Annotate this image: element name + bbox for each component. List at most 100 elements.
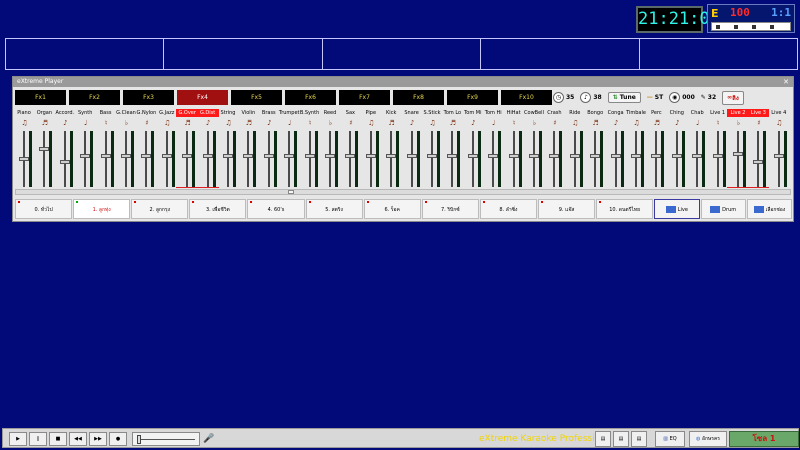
instrument-icon[interactable]: ♪ <box>263 118 276 128</box>
drum-counter[interactable]: ◉ 000 <box>669 92 695 103</box>
fader-knob[interactable] <box>773 154 784 159</box>
instrument-icon[interactable]: ♫ <box>630 118 643 128</box>
fader-knob[interactable] <box>529 154 539 159</box>
queue-slot[interactable] <box>5 38 165 70</box>
channel-label[interactable]: Violin <box>237 109 259 117</box>
slider-thumb[interactable] <box>137 435 141 444</box>
channel-label[interactable]: Ching <box>666 109 688 117</box>
instrument-icon[interactable]: ♮ <box>712 118 725 128</box>
fader-knob[interactable] <box>59 159 70 164</box>
mixer-scrollbar[interactable] <box>15 189 791 195</box>
live-mode-button[interactable]: Live <box>654 199 700 219</box>
channel-label[interactable]: String <box>217 109 239 117</box>
fader-knob[interactable] <box>39 146 50 151</box>
fader-knob[interactable] <box>488 154 499 159</box>
instrument-icon[interactable]: ♮ <box>100 118 113 128</box>
instrument-icon[interactable]: ♭ <box>324 118 337 128</box>
stop-button[interactable]: ■ <box>49 432 67 446</box>
channel-label[interactable]: Chab <box>686 109 708 117</box>
channel-label[interactable]: Piano <box>13 109 35 117</box>
style-tab[interactable]: 3. เพื่อชีวิต <box>189 199 247 219</box>
scrollbar-thumb[interactable] <box>288 190 294 194</box>
instrument-icon[interactable]: ♫ <box>365 118 378 128</box>
fader-knob[interactable] <box>406 154 417 159</box>
style-tab[interactable]: 10. ดนตรีไทย <box>596 199 654 219</box>
channel-label[interactable]: Kick <box>380 109 402 117</box>
select-channel-button[interactable]: เลือกช่อง <box>746 199 793 219</box>
channel-label[interactable]: G.Dist <box>196 109 219 117</box>
fader-knob[interactable] <box>692 154 703 159</box>
fader-knob[interactable] <box>508 154 519 159</box>
fader-knob[interactable] <box>549 154 560 159</box>
instrument-icon[interactable]: ♯ <box>140 118 153 128</box>
volume-slider[interactable] <box>132 432 200 446</box>
style-tab[interactable]: 0. ทั่วไป <box>15 199 73 219</box>
style-tab[interactable]: 7. ริบิกซ์ <box>421 199 479 219</box>
queue-slot[interactable] <box>321 38 482 70</box>
instrument-icon[interactable]: ♭ <box>120 118 133 128</box>
queue-slot[interactable] <box>163 38 323 70</box>
style-tab[interactable]: 6. ร็อค <box>363 199 421 219</box>
play-button[interactable]: ▶ <box>9 432 27 446</box>
next-button[interactable]: ▶▶ <box>89 432 107 446</box>
fader-knob[interactable] <box>365 154 376 159</box>
channel-label[interactable]: Synth <box>74 109 96 117</box>
fx-button-9[interactable]: Fx9 <box>447 90 498 105</box>
fader-knob[interactable] <box>202 154 213 159</box>
channel-label[interactable]: Organ <box>33 109 55 117</box>
instrument-icon[interactable]: ♬ <box>650 118 663 128</box>
fader-knob[interactable] <box>610 154 621 159</box>
fader-knob[interactable] <box>223 154 233 159</box>
channel-label[interactable]: G.Nylon <box>135 109 157 117</box>
queue-slot[interactable] <box>638 38 799 70</box>
fader-knob[interactable] <box>345 154 356 159</box>
fx-button-2[interactable]: Fx2 <box>69 90 120 105</box>
instrument-icon[interactable]: ♪ <box>59 118 72 128</box>
channel-label[interactable]: G.Clean <box>115 109 137 117</box>
fader-knob[interactable] <box>161 154 172 159</box>
instrument-icon[interactable]: ♬ <box>589 118 602 128</box>
channel-label[interactable]: S.Stick <box>421 109 443 117</box>
style-tab[interactable]: 1. ลูกทุ่ง <box>73 199 131 219</box>
fader-knob[interactable] <box>304 154 315 159</box>
instrument-icon[interactable]: ♫ <box>426 118 439 128</box>
channel-label[interactable]: Live 2 <box>727 109 749 117</box>
instrument-icon[interactable]: ♬ <box>385 118 398 128</box>
channel-label[interactable]: Accord. <box>54 109 76 117</box>
guitar-control[interactable]: ✎ 32 <box>701 94 716 101</box>
style-tab[interactable]: 5. สตริง <box>305 199 363 219</box>
fader-knob[interactable] <box>325 154 335 159</box>
instrument-icon[interactable]: ♯ <box>548 118 561 128</box>
instrument-icon[interactable]: ♮ <box>508 118 521 128</box>
channel-label[interactable]: G.Jazz <box>156 109 178 117</box>
channel-label[interactable]: Ride <box>564 109 586 117</box>
player-titlebar[interactable]: eXtreme Player ✕ <box>13 77 793 87</box>
channel-label[interactable]: Pipe <box>360 109 382 117</box>
pause-button[interactable]: ∥ <box>29 432 47 446</box>
channel-label[interactable]: Bass <box>95 109 117 117</box>
fader-knob[interactable] <box>19 157 29 161</box>
fx-button-5[interactable]: Fx5 <box>231 90 282 105</box>
fx-button-7[interactable]: Fx7 <box>339 90 390 105</box>
channel-label[interactable]: Trumpet <box>278 109 300 117</box>
style-tab[interactable]: 9. แจ๊ส <box>537 199 596 219</box>
fader-knob[interactable] <box>671 154 682 159</box>
instrument-icon[interactable]: ♫ <box>222 118 235 128</box>
fx-button-4[interactable]: Fx4 <box>177 90 228 105</box>
instrument-icon[interactable]: ♬ <box>446 118 459 128</box>
channel-label[interactable]: CowBell <box>523 109 545 117</box>
fader-knob[interactable] <box>733 151 743 156</box>
instrument-icon[interactable]: ♪ <box>467 118 480 128</box>
channel-label[interactable]: Tom Hi <box>482 109 504 117</box>
instrument-icon[interactable]: ♫ <box>18 118 31 128</box>
fx-button-10[interactable]: Fx10 <box>501 90 552 105</box>
fader-knob[interactable] <box>427 154 437 159</box>
instrument-icon[interactable]: ♩ <box>283 118 296 128</box>
instrument-icon[interactable]: ♭ <box>528 118 541 128</box>
instrument-icon[interactable]: ♪ <box>202 118 215 128</box>
fader-knob[interactable] <box>100 154 111 159</box>
instrument-icon[interactable]: ♫ <box>569 118 582 128</box>
channel-label[interactable]: Sax <box>339 109 361 117</box>
fader-knob[interactable] <box>651 154 662 159</box>
fader-knob[interactable] <box>141 154 152 159</box>
